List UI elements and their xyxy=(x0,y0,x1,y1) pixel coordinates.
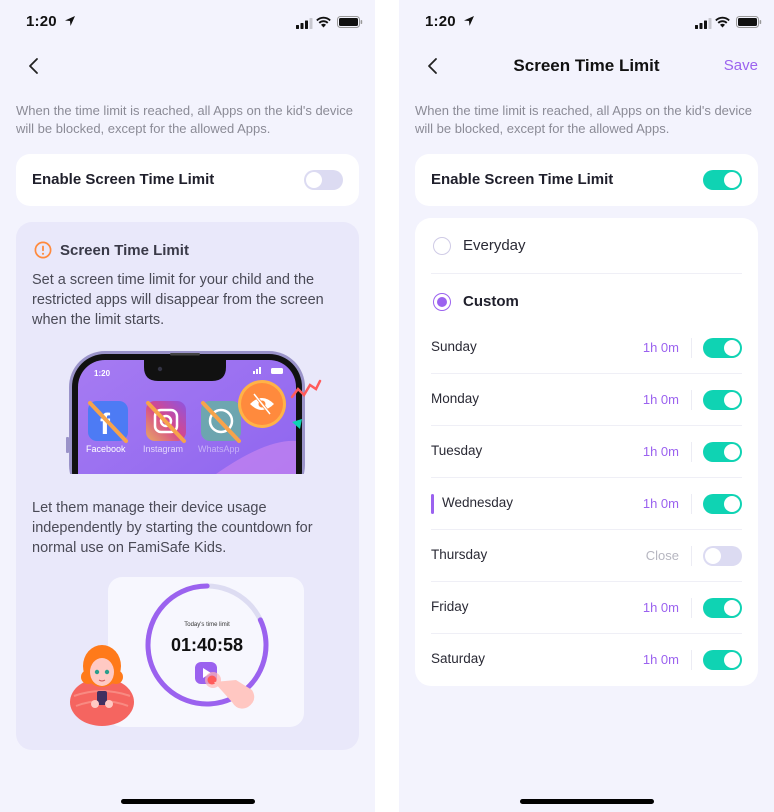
home-indicator xyxy=(520,799,654,804)
nav-bar: Screen Time Limit Save xyxy=(399,44,774,88)
custom-label: Custom xyxy=(463,293,519,310)
toggle-knob xyxy=(724,444,740,460)
info-text-countdown: Let them manage their device usage indep… xyxy=(32,500,313,556)
day-row-tuesday: Tuesday 1h 0m xyxy=(431,426,742,478)
day-limit-value[interactable]: Close xyxy=(646,548,679,563)
limit-description: When the time limit is reached, all Apps… xyxy=(16,103,354,136)
divider xyxy=(691,390,692,410)
location-arrow-icon xyxy=(464,16,474,26)
screen-time-info-card: Screen Time Limit Set a screen time limi… xyxy=(16,222,359,750)
countdown-caption: Today's time limit xyxy=(184,622,230,628)
info-card-header: Screen Time Limit xyxy=(34,240,189,260)
custom-radio[interactable] xyxy=(433,293,451,311)
day-row-saturday: Saturday 1h 0m xyxy=(431,634,742,686)
enable-limit-label: Enable Screen Time Limit xyxy=(431,171,614,188)
back-button[interactable] xyxy=(22,54,46,78)
day-row-friday: Friday 1h 0m xyxy=(431,582,742,634)
enable-limit-card: Enable Screen Time Limit xyxy=(415,154,758,206)
everyday-radio[interactable] xyxy=(433,237,451,255)
cellular-signal-icon xyxy=(296,18,313,29)
countdown-illustration: Today's time limit 01:40:58 xyxy=(70,577,304,727)
day-row-wednesday: Wednesday 1h 0m xyxy=(431,478,742,530)
limit-description: When the time limit is reached, all Apps… xyxy=(415,103,753,136)
toggle-knob xyxy=(705,548,721,564)
day-limit-value[interactable]: 1h 0m xyxy=(643,652,679,667)
enable-limit-label: Enable Screen Time Limit xyxy=(32,171,215,188)
day-name: Tuesday xyxy=(431,443,483,458)
day-name: Sunday xyxy=(431,339,477,354)
schedule-card: Everyday Custom Sunday 1h 0m Monday 1h 0m Tu… xyxy=(415,218,758,686)
enable-limit-card: Enable Screen Time Limit xyxy=(16,154,359,206)
status-time: 1:20 xyxy=(425,13,456,30)
status-time: 1:20 xyxy=(26,13,57,30)
divider xyxy=(691,546,692,566)
facebook-app-icon: f xyxy=(88,401,128,443)
home-indicator xyxy=(121,799,255,804)
save-button[interactable]: Save xyxy=(724,57,758,74)
phone-notch xyxy=(144,360,226,381)
day-limit-value[interactable]: 1h 0m xyxy=(643,496,679,511)
day-limit-value[interactable]: 1h 0m xyxy=(643,444,679,459)
day-row-thursday: Thursday Close xyxy=(431,530,742,582)
day-limit-value[interactable]: 1h 0m xyxy=(643,392,679,407)
day-row-sunday: Sunday 1h 0m xyxy=(431,322,742,374)
nav-bar xyxy=(0,44,375,88)
day-name: Saturday xyxy=(431,651,486,666)
facebook-app-label: Facebook xyxy=(86,444,126,454)
option-everyday[interactable]: Everyday xyxy=(431,218,742,274)
toggle-knob xyxy=(724,340,740,356)
toggle-knob xyxy=(724,652,740,668)
hidden-eye-badge-icon xyxy=(238,380,286,428)
battery-icon xyxy=(736,16,762,28)
toggle-knob xyxy=(306,172,322,188)
status-bar: 1:20 xyxy=(399,0,774,44)
day-toggle[interactable] xyxy=(703,442,742,462)
enable-limit-toggle[interactable] xyxy=(703,170,742,190)
day-toggle[interactable] xyxy=(703,390,742,410)
day-toggle[interactable] xyxy=(703,338,742,358)
location-arrow-icon xyxy=(65,16,75,26)
page-title: Screen Time Limit xyxy=(513,56,660,75)
instagram-app-icon xyxy=(146,401,186,443)
status-bar: 1:20 xyxy=(0,0,375,44)
whatsapp-app-icon xyxy=(201,401,241,443)
instagram-app-label: Instagram xyxy=(143,444,183,454)
divider xyxy=(691,338,692,358)
toggle-knob xyxy=(724,392,740,408)
phone-illustration: 1:20 f Facebook Instagram WhatsApp xyxy=(66,351,322,474)
warning-icon xyxy=(34,241,52,259)
divider xyxy=(691,598,692,618)
day-name: Friday xyxy=(431,599,469,614)
everyday-label: Everyday xyxy=(463,237,526,254)
toggle-knob xyxy=(724,496,740,512)
toggle-knob xyxy=(724,172,740,188)
active-day-indicator xyxy=(431,494,434,514)
day-row-monday: Monday 1h 0m xyxy=(431,374,742,426)
divider xyxy=(691,650,692,670)
divider xyxy=(691,442,692,462)
battery-icon xyxy=(337,16,363,28)
phone-status-time: 1:20 xyxy=(94,369,111,378)
day-name: Monday xyxy=(431,391,480,406)
day-limit-value[interactable]: 1h 0m xyxy=(643,340,679,355)
toggle-knob xyxy=(724,600,740,616)
day-toggle[interactable] xyxy=(703,650,742,670)
info-text-restriction: Set a screen time limit for your child a… xyxy=(32,272,324,328)
whatsapp-app-label: WhatsApp xyxy=(198,444,240,454)
cellular-signal-icon xyxy=(695,18,712,29)
screen-time-settings-screen: 1:20 Screen Time Limit Save When the tim… xyxy=(399,0,774,812)
countdown-value: 01:40:58 xyxy=(171,635,243,655)
day-toggle[interactable] xyxy=(703,494,742,514)
day-limit-value[interactable]: 1h 0m xyxy=(643,600,679,615)
divider xyxy=(691,494,692,514)
enable-limit-toggle[interactable] xyxy=(304,170,343,190)
wifi-icon xyxy=(715,16,730,28)
screen-time-intro-screen: 1:20 When the time limit is reached, all… xyxy=(0,0,375,812)
info-card-title: Screen Time Limit xyxy=(60,241,189,259)
wifi-icon xyxy=(316,16,331,28)
day-name: Thursday xyxy=(431,547,488,562)
day-toggle[interactable] xyxy=(703,598,742,618)
day-toggle[interactable] xyxy=(703,546,742,566)
day-name: Wednesday xyxy=(442,495,514,510)
